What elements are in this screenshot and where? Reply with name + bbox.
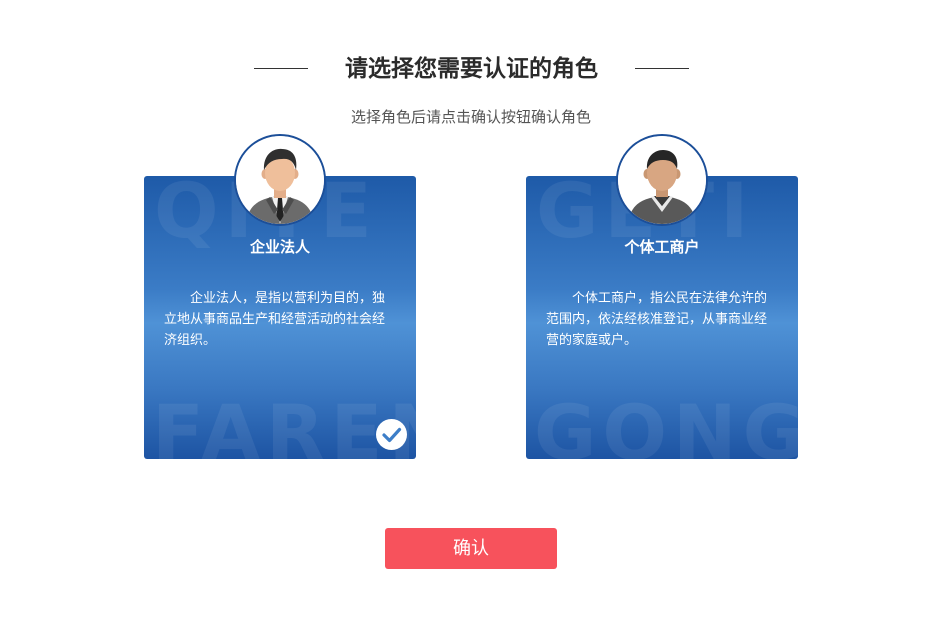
individual-avatar-icon xyxy=(616,134,708,226)
title-wrap: 请选择您需要认证的角色 xyxy=(0,50,942,90)
page-title: 请选择您需要认证的角色 xyxy=(345,56,598,82)
role-description: 企业法人，是指以营利为目的，独立地从事商品生产和经营活动的社会经济组织。 xyxy=(164,291,386,348)
role-name: 企业法人 xyxy=(249,238,310,256)
role-name: 个体工商户 xyxy=(624,238,700,256)
watermark-bottom: GONGSHANG xyxy=(534,388,798,459)
businessman-avatar-icon xyxy=(234,134,326,226)
title-divider-right xyxy=(635,68,689,69)
role-description: 个体工商户，指公民在法律允许的范围内，依法经核准登记，从事商业经营的家庭或户。 xyxy=(546,291,768,348)
page-subtitle: 选择角色后请点击确认按钮确认角色 xyxy=(350,108,591,126)
selected-check-icon xyxy=(376,419,407,450)
title-divider-left xyxy=(254,68,308,69)
confirm-button[interactable]: 确认 xyxy=(385,528,557,569)
